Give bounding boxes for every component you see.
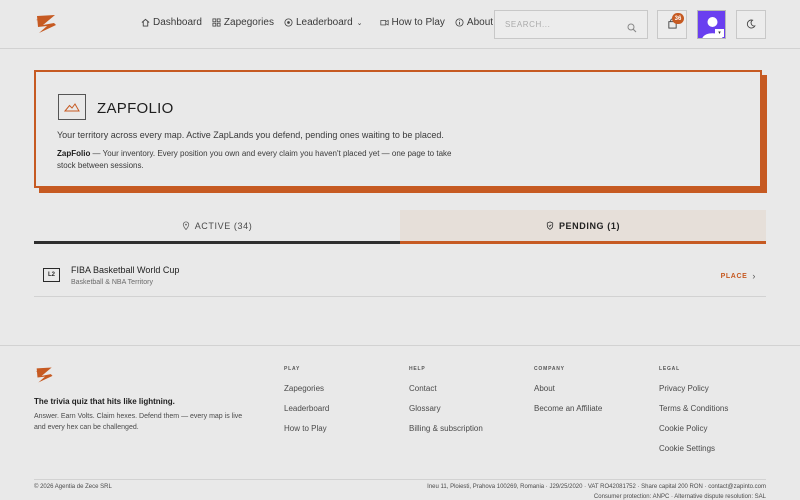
footer-logo[interactable] (34, 365, 56, 385)
nav-zapegories[interactable]: Zapegories (212, 17, 274, 28)
chevron-right-icon: › (752, 271, 756, 281)
footer-column-help: HELP Contact Glossary Billing & subscrip… (409, 366, 483, 444)
target-icon (284, 18, 293, 27)
footer-column-play: PLAY Zapegories Leaderboard How to Play (284, 366, 329, 444)
footer-link-how-to-play[interactable]: How to Play (284, 424, 329, 433)
theme-toggle-button[interactable] (736, 10, 766, 39)
site-footer: The trivia quiz that hits like lightning… (0, 345, 800, 500)
tab-pending[interactable]: PENDING (1) (400, 210, 766, 244)
copyright-text: © 2026 Agentia de Zece SRL (34, 484, 112, 490)
footer-description: Answer. Earn Volts. Claim hexes. Defend … (34, 413, 243, 431)
mountain-image-icon (58, 94, 86, 120)
tab-active[interactable]: ACTIVE (34) (34, 210, 400, 244)
chevron-down-icon: ▾ (715, 29, 724, 37)
zapinto-logo[interactable] (34, 12, 60, 36)
consumer-protection-info: Consumer protection: ANPC · Alternative … (593, 494, 766, 500)
page-note: ZapFolio — Your inventory. Every positio… (57, 148, 457, 172)
top-header: Dashboard Zapegories Leaderboard ⌄ How t… (0, 0, 800, 49)
search-icon[interactable] (627, 20, 637, 33)
footer-link-cookie-settings[interactable]: Cookie Settings (659, 444, 728, 453)
footer-link-about[interactable]: About (534, 384, 602, 393)
zapfolio-tabs: ACTIVE (34) PENDING (1) (34, 210, 766, 244)
nav-how-to-play-label: How to Play (391, 17, 445, 28)
moon-icon (746, 16, 756, 34)
footer-tagline: The trivia quiz that hits like lightning… (34, 397, 175, 406)
footer-link-billing[interactable]: Billing & subscription (409, 424, 483, 433)
item-title: FIBA Basketball World Cup (71, 265, 180, 275)
home-icon (141, 18, 150, 27)
footer-heading: COMPANY (534, 366, 565, 372)
main-nav: Dashboard Zapegories Leaderboard ⌄ How t… (141, 17, 503, 28)
pin-icon (182, 221, 190, 230)
page-title: ZAPFOLIO (97, 100, 174, 117)
footer-divider (34, 479, 766, 480)
note-term: ZapFolio (57, 149, 91, 158)
nav-leaderboard-label: Leaderboard (295, 17, 353, 28)
footer-link-cookie-policy[interactable]: Cookie Policy (659, 424, 728, 433)
info-icon (455, 18, 464, 27)
tab-pending-label: PENDING (1) (558, 220, 621, 231)
company-legal-info: Ineu 11, Ploiesti, Prahova 100269, Roman… (427, 484, 766, 490)
search-input[interactable] (505, 20, 615, 29)
footer-link-affiliate[interactable]: Become an Affiliate (534, 404, 602, 413)
nav-dashboard[interactable]: Dashboard (141, 17, 202, 28)
note-text: — Your inventory. Every position you own… (57, 149, 452, 170)
footer-link-zapegories[interactable]: Zapegories (284, 384, 329, 393)
footer-column-legal: LEGAL Privacy Policy Terms & Conditions … (659, 366, 728, 464)
user-avatar[interactable]: ▾ (697, 10, 726, 39)
zapfolio-card: ZAPFOLIO Your territory across every map… (34, 70, 762, 188)
footer-heading: HELP (409, 366, 426, 372)
nav-zapegories-label: Zapegories (223, 17, 274, 28)
place-button[interactable]: PLACE › (721, 271, 756, 281)
footer-heading: LEGAL (659, 366, 680, 372)
nav-leaderboard[interactable]: Leaderboard ⌄ (284, 17, 363, 28)
item-subtitle: Basketball & NBA Territory (71, 279, 153, 286)
notifications-button[interactable]: 36 (657, 10, 687, 39)
search-box[interactable] (494, 10, 648, 39)
nav-about[interactable]: About (455, 17, 493, 28)
shield-icon (546, 221, 554, 230)
nav-about-label: About (466, 17, 494, 28)
chevron-down-icon: ⌄ (356, 19, 363, 27)
footer-link-contact[interactable]: Contact (409, 384, 483, 393)
nav-dashboard-label: Dashboard (153, 17, 202, 28)
tab-active-label: ACTIVE (34) (194, 220, 253, 231)
footer-link-leaderboard[interactable]: Leaderboard (284, 404, 329, 413)
footer-link-glossary[interactable]: Glossary (409, 404, 483, 413)
footer-link-terms[interactable]: Terms & Conditions (659, 404, 728, 413)
page-description: Your territory across every map. Active … (57, 130, 444, 140)
place-button-label: PLACE (720, 272, 748, 280)
footer-heading: PLAY (284, 366, 301, 372)
notification-count-badge: 36 (672, 13, 684, 24)
footer-column-company: COMPANY About Become an Affiliate (534, 366, 602, 424)
footer-link-privacy[interactable]: Privacy Policy (659, 384, 728, 393)
nav-how-to-play[interactable]: How to Play (379, 17, 445, 28)
list-item[interactable]: L2 FIBA Basketball World Cup Basketball … (34, 258, 766, 297)
level-badge: L2 (43, 268, 60, 282)
gamepad-icon (379, 18, 389, 27)
grid-icon (212, 18, 221, 27)
